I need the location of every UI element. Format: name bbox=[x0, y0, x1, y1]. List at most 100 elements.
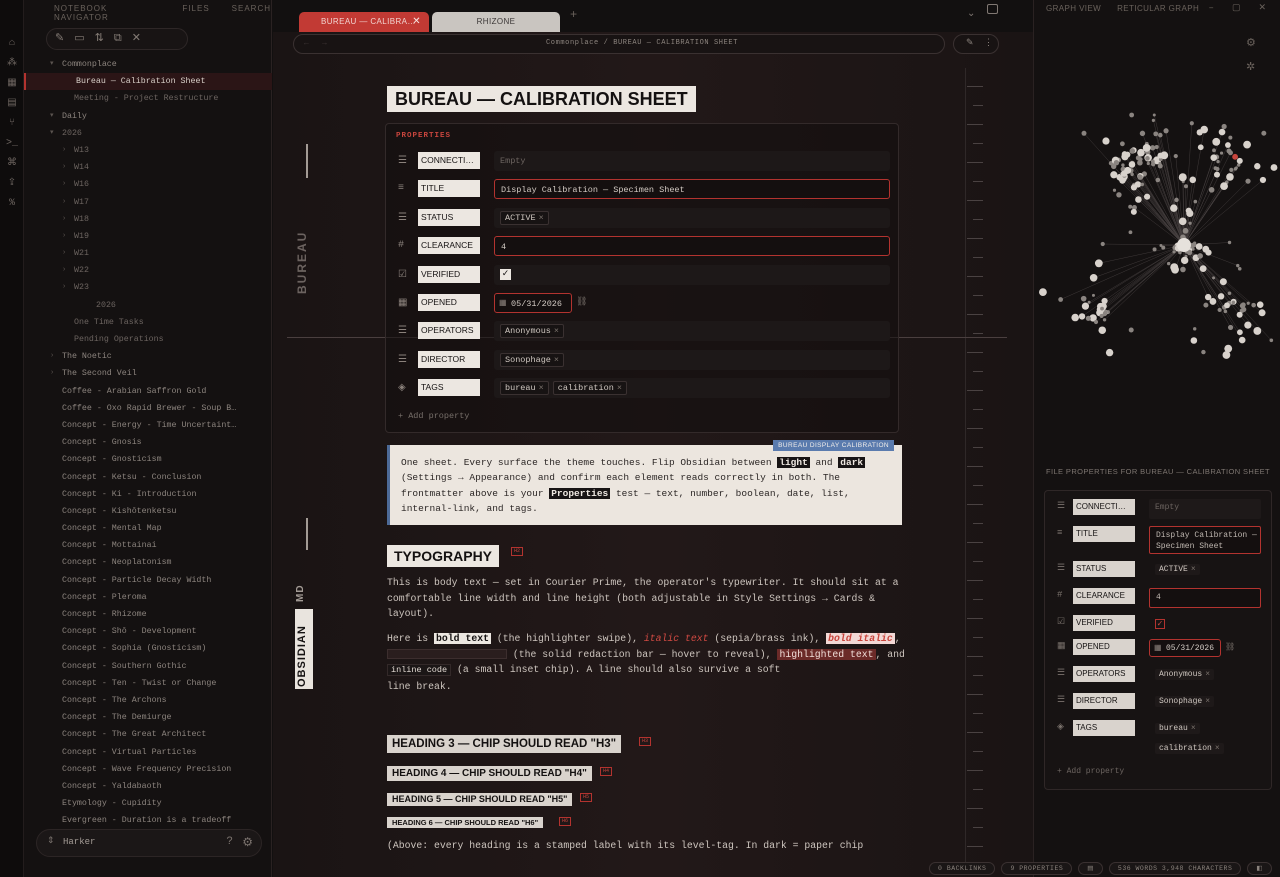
graph-node[interactable] bbox=[1160, 151, 1169, 160]
remove-icon[interactable]: × bbox=[554, 326, 559, 336]
property-key[interactable]: OPENED bbox=[1073, 639, 1135, 655]
tab-graph-view[interactable]: GRAPH VIEW bbox=[1046, 4, 1101, 13]
note-title[interactable]: BUREAU — CALIBRATION SHEET bbox=[387, 86, 696, 112]
graph-node[interactable] bbox=[1130, 208, 1137, 215]
graph-settings-icon[interactable]: ⚙ bbox=[1246, 36, 1264, 50]
tree-item[interactable]: › The Second Veil bbox=[24, 365, 272, 382]
graph-node[interactable] bbox=[1237, 266, 1242, 271]
graph-node[interactable] bbox=[1103, 309, 1108, 315]
graph-node[interactable] bbox=[1129, 148, 1136, 154]
chevron-icon[interactable]: › bbox=[50, 348, 54, 365]
graph-node[interactable] bbox=[1170, 204, 1178, 212]
graph-node[interactable] bbox=[1140, 182, 1145, 187]
property-value[interactable]: Display Calibration — Specimen Sheet bbox=[494, 179, 890, 200]
property-value[interactable]: ✓ bbox=[1149, 615, 1261, 631]
graph-node[interactable] bbox=[1154, 145, 1159, 150]
graph-node[interactable] bbox=[1217, 293, 1225, 300]
property-pill[interactable]: ACTIVE × bbox=[500, 210, 549, 225]
branch-icon[interactable]: ⑂ bbox=[0, 116, 24, 132]
tree-item[interactable]: Concept - Energy - Time Uncertaint… bbox=[24, 417, 272, 434]
property-type-icon[interactable]: ☰ bbox=[1057, 668, 1065, 678]
tree-item[interactable]: ▾ 2026 bbox=[24, 125, 272, 142]
graph-view[interactable] bbox=[1034, 110, 1280, 360]
edit-icon[interactable]: ✎ bbox=[966, 38, 974, 48]
graph-node[interactable] bbox=[1243, 140, 1251, 149]
minimize-icon[interactable]: – bbox=[1209, 3, 1214, 13]
graph-node[interactable] bbox=[1089, 273, 1098, 282]
forward-arrow-icon[interactable]: → bbox=[322, 39, 327, 48]
graph-node[interactable] bbox=[1204, 293, 1212, 301]
tree-item[interactable]: Concept - The Archons bbox=[24, 692, 272, 709]
property-key[interactable]: TITLE bbox=[418, 180, 480, 198]
property-pill[interactable]: bureau × bbox=[500, 381, 549, 396]
sort-icon[interactable]: ⇅ bbox=[95, 33, 104, 45]
close-window-icon[interactable]: ✕ bbox=[1258, 3, 1266, 13]
property-key[interactable]: CONNECTI… bbox=[418, 152, 480, 169]
graph-node[interactable] bbox=[1236, 157, 1243, 164]
graph-node[interactable] bbox=[1203, 302, 1209, 308]
property-type-icon[interactable]: ▦ bbox=[1057, 641, 1066, 651]
text-icon[interactable]: ≡ bbox=[398, 183, 410, 194]
checkbox-icon[interactable]: ☑ bbox=[398, 269, 410, 281]
property-key[interactable]: CLEARANCE bbox=[418, 237, 480, 255]
graph-node[interactable] bbox=[1121, 170, 1128, 177]
graph-node[interactable] bbox=[1189, 176, 1197, 184]
graph-node[interactable] bbox=[1226, 173, 1234, 181]
graph-node[interactable] bbox=[1145, 156, 1150, 161]
graph-node[interactable] bbox=[1058, 297, 1064, 302]
graph-node[interactable] bbox=[1212, 148, 1216, 153]
graph-node[interactable] bbox=[1110, 171, 1118, 179]
graph-node[interactable] bbox=[1220, 182, 1228, 191]
chevron-icon[interactable]: ▾ bbox=[50, 108, 54, 125]
property-value[interactable]: ▦ 05/31/2026 ⛓ bbox=[494, 293, 890, 313]
tree-item[interactable]: Concept - Sophia (Gnosticism) bbox=[24, 640, 272, 657]
graph-node[interactable] bbox=[1210, 154, 1218, 161]
close-all-icon[interactable]: ✕ bbox=[132, 33, 141, 45]
graph-node[interactable] bbox=[1193, 199, 1198, 204]
graph-node[interactable] bbox=[1098, 326, 1107, 335]
graph-node[interactable] bbox=[1240, 302, 1246, 308]
chevron-icon[interactable]: › bbox=[50, 365, 54, 382]
graph-node[interactable] bbox=[1071, 313, 1079, 322]
tree-item[interactable]: 2026 bbox=[24, 297, 272, 314]
list-icon[interactable]: ☰ bbox=[398, 354, 410, 366]
new-note-icon[interactable]: ✎ bbox=[55, 33, 64, 45]
graph-node[interactable] bbox=[1258, 309, 1266, 317]
graph-node[interactable] bbox=[1178, 217, 1187, 226]
property-key[interactable]: TAGS bbox=[1073, 720, 1135, 736]
tab-notebook-navigator[interactable]: NOTEBOOK NAVIGATOR bbox=[54, 4, 160, 22]
graph-node[interactable] bbox=[1135, 196, 1142, 203]
graph-node[interactable] bbox=[1189, 121, 1194, 126]
tag-icon[interactable]: % bbox=[0, 196, 24, 212]
graph-node[interactable] bbox=[1256, 301, 1264, 308]
graph-node[interactable] bbox=[1213, 171, 1220, 178]
property-value[interactable]: Empty bbox=[494, 151, 890, 171]
graph-node[interactable] bbox=[1236, 329, 1243, 336]
tree-item[interactable]: › W21 bbox=[24, 245, 272, 262]
tree-item[interactable]: › W23 bbox=[24, 279, 272, 296]
property-key[interactable]: OPERATORS bbox=[1073, 666, 1135, 682]
sidebar-toggle-icon[interactable] bbox=[987, 4, 998, 14]
property-pill[interactable]: Sonophage × bbox=[500, 352, 565, 367]
property-pill[interactable]: Anonymous × bbox=[500, 324, 565, 339]
properties-count[interactable]: 9 PROPERTIES bbox=[1001, 862, 1073, 875]
tab-search[interactable]: SEARCH bbox=[232, 4, 271, 22]
graph-node[interactable] bbox=[1119, 141, 1125, 147]
graph-node[interactable] bbox=[1155, 177, 1161, 183]
template-icon[interactable]: ▤ bbox=[0, 96, 24, 112]
tree-item[interactable]: Concept - Ketsu - Conclusion bbox=[24, 469, 272, 486]
tree-item[interactable]: Concept - The Demiurge bbox=[24, 709, 272, 726]
tree-item[interactable]: Concept - Wave Frequency Precision bbox=[24, 761, 272, 778]
property-pill[interactable]: bureau × bbox=[1155, 723, 1200, 734]
graph-node[interactable] bbox=[1161, 245, 1166, 250]
tree-item[interactable]: ▾ Daily bbox=[24, 108, 272, 125]
tree-item[interactable]: Meeting - Project Restructure bbox=[24, 90, 272, 107]
graph-node[interactable] bbox=[1182, 227, 1189, 234]
tab-files[interactable]: FILES bbox=[182, 4, 209, 22]
remove-icon[interactable]: × bbox=[1191, 565, 1196, 574]
graph-node[interactable] bbox=[1199, 265, 1207, 273]
chevron-icon[interactable]: › bbox=[62, 245, 66, 262]
tree-item[interactable]: Concept - Ten - Twist or Change bbox=[24, 675, 272, 692]
graph-node[interactable] bbox=[1253, 327, 1262, 335]
graph-node[interactable] bbox=[1091, 293, 1095, 297]
